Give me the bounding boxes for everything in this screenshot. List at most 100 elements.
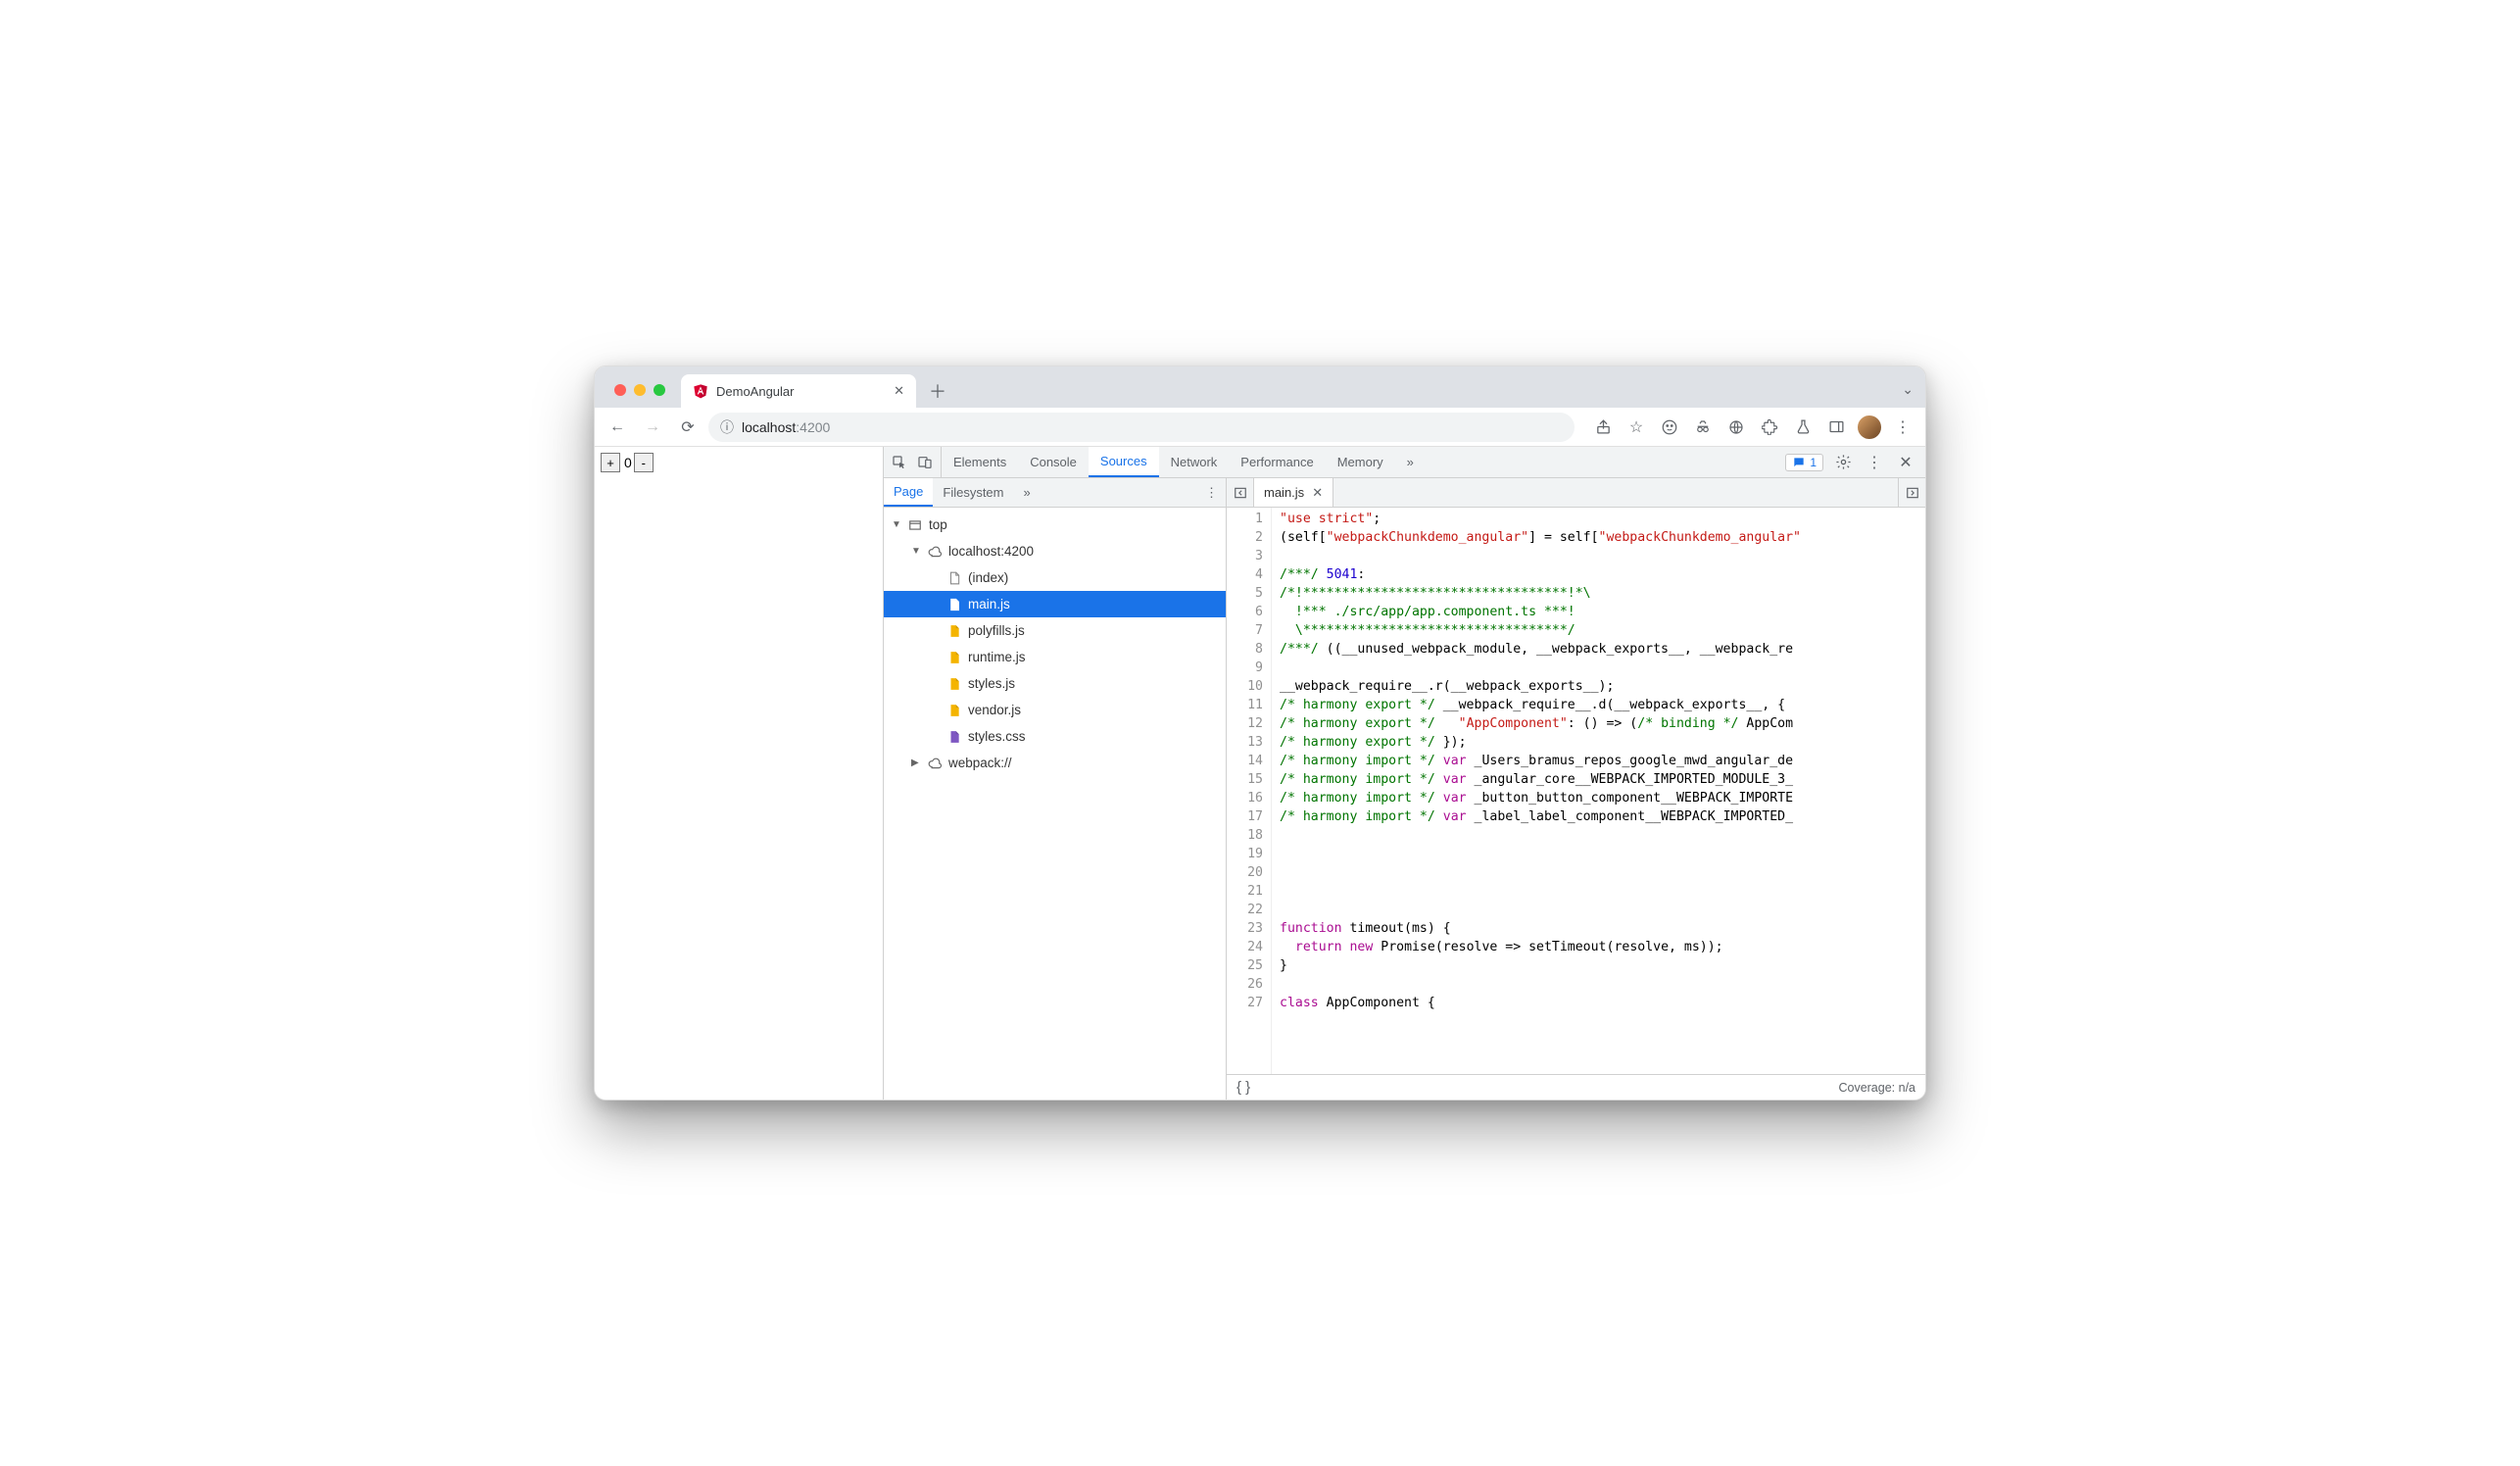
profile-avatar[interactable] [1855, 413, 1884, 442]
issues-button[interactable]: 1 [1785, 454, 1823, 471]
tree-file[interactable]: (index) [884, 564, 1226, 591]
url-port: :4200 [796, 419, 830, 435]
browser-tab[interactable]: DemoAngular ✕ [681, 374, 916, 408]
tree-webpack[interactable]: ▶ webpack:// [884, 750, 1226, 776]
tabs-overflow-icon[interactable]: » [1395, 447, 1426, 477]
cloud-icon [927, 756, 943, 771]
labs-icon[interactable] [1788, 413, 1817, 442]
devtools-tabs: Elements Console Sources Network Perform… [884, 447, 1925, 478]
cloud-icon [927, 544, 943, 560]
pretty-print-icon[interactable]: { } [1236, 1079, 1250, 1096]
nav-menu-icon[interactable]: ⋮ [1197, 478, 1226, 507]
reload-button[interactable]: ⟳ [673, 413, 703, 442]
share-icon[interactable] [1588, 413, 1618, 442]
angular-icon [693, 383, 708, 399]
tab-title: DemoAngular [716, 384, 795, 399]
browser-window: DemoAngular ✕ ＋ ⌄ ← → ⟳ ⓘ localhost:4200… [594, 366, 1926, 1100]
collapse-navigator-icon[interactable] [1227, 478, 1254, 507]
tree-file[interactable]: vendor.js [884, 697, 1226, 723]
extension-globe-icon[interactable] [1721, 413, 1751, 442]
toolbar-actions: ☆ ⋮ [1588, 413, 1917, 442]
coverage-status: Coverage: n/a [1838, 1081, 1915, 1095]
tree-file[interactable]: runtime.js [884, 644, 1226, 670]
extensions-icon[interactable] [1755, 413, 1784, 442]
code-content: "use strict";(self["webpackChunkdemo_ang… [1272, 508, 1801, 1074]
site-info-icon[interactable]: ⓘ [720, 417, 734, 437]
new-tab-button[interactable]: ＋ [924, 377, 951, 405]
tree-top-label: top [929, 517, 947, 532]
devtools-menu-icon[interactable]: ⋮ [1863, 451, 1886, 474]
close-editor-tab-icon[interactable]: ✕ [1312, 485, 1323, 501]
tree-file-label: styles.js [968, 676, 1015, 691]
file-icon [946, 729, 962, 745]
editor-tab-mainjs[interactable]: main.js ✕ [1254, 478, 1333, 507]
browser-menu-icon[interactable]: ⋮ [1888, 413, 1917, 442]
editor-tab-label: main.js [1264, 485, 1304, 500]
browser-toolbar: ← → ⟳ ⓘ localhost:4200 ☆ [595, 408, 1925, 447]
file-icon [946, 597, 962, 612]
tab-network[interactable]: Network [1159, 447, 1230, 477]
tree-file-label: runtime.js [968, 650, 1026, 664]
tab-strip: DemoAngular ✕ ＋ ⌄ [595, 366, 1925, 408]
tree-file-label: polyfills.js [968, 623, 1025, 638]
devtools-close-icon[interactable]: ✕ [1894, 451, 1917, 474]
back-button[interactable]: ← [603, 413, 632, 442]
tab-performance[interactable]: Performance [1229, 447, 1325, 477]
tab-sources[interactable]: Sources [1089, 447, 1159, 477]
window-controls [614, 384, 665, 396]
tree-file-label: vendor.js [968, 703, 1021, 717]
content-area: + 0 - Elements Console Sources [595, 447, 1925, 1100]
tree-file-label: main.js [968, 597, 1010, 611]
tree-file[interactable]: polyfills.js [884, 617, 1226, 644]
tab-memory[interactable]: Memory [1326, 447, 1395, 477]
file-icon [946, 703, 962, 718]
file-icon [946, 623, 962, 639]
decrement-button[interactable]: - [634, 453, 654, 472]
devtools-panel: Elements Console Sources Network Perform… [884, 447, 1925, 1100]
forward-button[interactable]: → [638, 413, 667, 442]
issues-count: 1 [1810, 456, 1817, 469]
minimize-window-icon[interactable] [634, 384, 646, 396]
side-panel-icon[interactable] [1821, 413, 1851, 442]
sources-navigator: Page Filesystem » ⋮ ▼ top [884, 478, 1227, 1100]
code-editor[interactable]: 1234567891011121314151617181920212223242… [1227, 508, 1925, 1074]
navigator-tabs: Page Filesystem » ⋮ [884, 478, 1226, 508]
tree-file-label: styles.css [968, 729, 1026, 744]
nav-tabs-overflow-icon[interactable]: » [1018, 478, 1037, 507]
editor: main.js ✕ 123456789101112131415161718192… [1227, 478, 1925, 1100]
editor-tabs: main.js ✕ [1227, 478, 1925, 508]
file-icon [946, 570, 962, 586]
file-icon [946, 676, 962, 692]
inspect-element-icon[interactable] [892, 455, 907, 470]
tree-origin[interactable]: ▼ localhost:4200 [884, 538, 1226, 564]
tree-file[interactable]: styles.js [884, 670, 1226, 697]
extension-face-icon[interactable] [1655, 413, 1684, 442]
sources-panel: Page Filesystem » ⋮ ▼ top [884, 478, 1925, 1100]
tree-file-label: (index) [968, 570, 1008, 585]
tree-origin-label: localhost:4200 [948, 544, 1034, 559]
show-debugger-icon[interactable] [1898, 478, 1925, 507]
close-window-icon[interactable] [614, 384, 626, 396]
increment-button[interactable]: + [601, 453, 620, 472]
tree-file[interactable]: main.js [884, 591, 1226, 617]
bookmark-icon[interactable]: ☆ [1622, 413, 1651, 442]
url-host: localhost [742, 419, 796, 435]
maximize-window-icon[interactable] [654, 384, 665, 396]
page-viewport: + 0 - [595, 447, 884, 1100]
tab-console[interactable]: Console [1018, 447, 1089, 477]
settings-icon[interactable] [1831, 451, 1855, 474]
tree-file[interactable]: styles.css [884, 723, 1226, 750]
incognito-extension-icon[interactable] [1688, 413, 1718, 442]
tree-top[interactable]: ▼ top [884, 512, 1226, 538]
nav-tab-page[interactable]: Page [884, 478, 933, 507]
file-icon [946, 650, 962, 665]
tabs-overflow-icon[interactable]: ⌄ [1902, 381, 1914, 398]
counter-value: 0 [624, 455, 632, 470]
address-bar[interactable]: ⓘ localhost:4200 [708, 413, 1575, 442]
device-toggle-icon[interactable] [917, 455, 933, 470]
tab-elements[interactable]: Elements [942, 447, 1018, 477]
close-tab-icon[interactable]: ✕ [894, 383, 904, 399]
nav-tab-filesystem[interactable]: Filesystem [933, 478, 1013, 507]
tree-webpack-label: webpack:// [948, 756, 1012, 770]
file-tree: ▼ top ▼ localhost:4200 [884, 508, 1226, 1100]
